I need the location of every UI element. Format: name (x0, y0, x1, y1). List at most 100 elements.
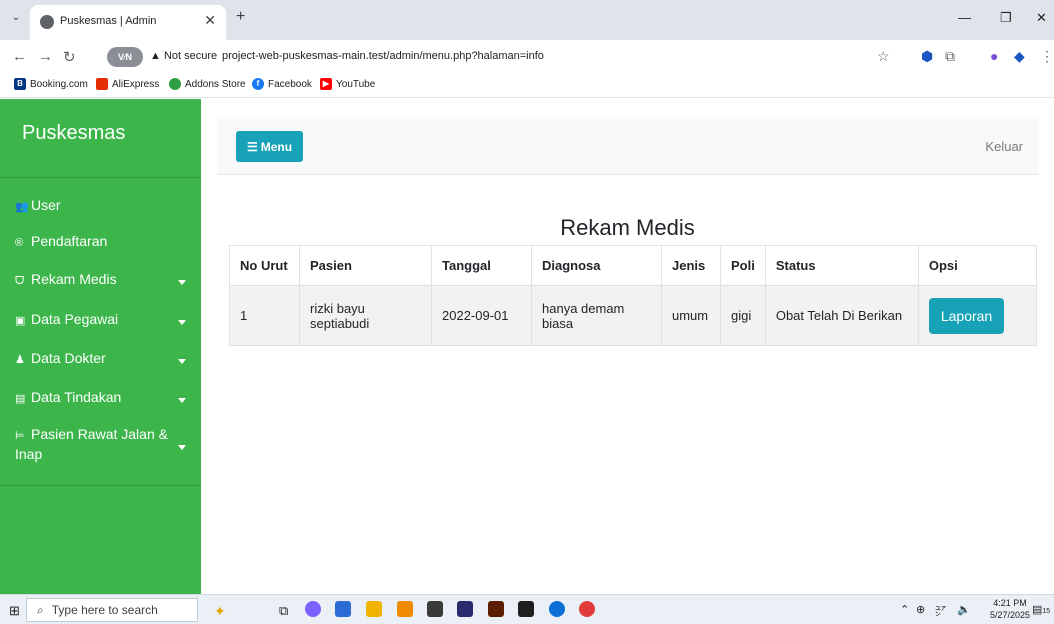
sidebar-item-rekam-medis[interactable]: ᗜ Rekam Medis (15, 271, 117, 288)
bookmark-youtube[interactable]: ▶ YouTube (320, 78, 375, 90)
table-row: 1 rizki bayu septiabudi 2022-09-01 hanya… (229, 285, 1038, 346)
sidebar-item-label: Pendaftaran (31, 233, 108, 249)
extension-shield-icon[interactable]: ⬢ (921, 48, 933, 65)
sidebar-item-pendaftaran[interactable]: ® Pendaftaran (15, 233, 107, 249)
cell-tanggal: 2022-09-01 (431, 285, 532, 346)
profile-icon[interactable]: ● (990, 48, 998, 64)
users-icon: 👥 (15, 201, 29, 213)
new-tab-icon[interactable]: + (236, 8, 245, 26)
hamburger-icon: ☰ (246, 139, 258, 154)
bookmark-label: Booking.com (30, 78, 88, 90)
reload-icon[interactable]: ↻ (63, 48, 76, 66)
bookmark-booking[interactable]: B Booking.com (14, 78, 88, 90)
bookmark-label: AliExpress (112, 78, 160, 90)
aliexpress-icon (96, 78, 108, 90)
window-close-icon[interactable]: ✕ (1036, 10, 1047, 26)
chevron-down-icon[interactable] (178, 398, 186, 403)
sidebar: Puskesmas 👥 User ® Pendaftaran ᗜ Rekam Medi… (0, 99, 201, 594)
cell-diagnosa: hanya demam biasa (531, 285, 662, 346)
bed-icon: ⊨ (15, 430, 25, 442)
column-header: Diagnosa (531, 245, 662, 286)
column-header: Opsi (917, 245, 1038, 286)
column-header: Pasien (299, 245, 432, 286)
browser-toolbar: ← → ↻ V⁄N ▲ Not secure project-web-puske… (0, 40, 1054, 74)
ime-icon[interactable]: ㍐ (935, 603, 946, 619)
sidebar-item-label: Rekam Medis (31, 271, 117, 287)
notification-icon[interactable]: ▤15 (1032, 603, 1050, 616)
sidebar-item-label: Data Tindakan (31, 389, 122, 405)
column-header: Jenis (661, 245, 721, 286)
globe-icon[interactable]: ⊕ (916, 603, 925, 616)
copilot-sparkle-icon[interactable]: ✦ (214, 603, 226, 620)
app-icon[interactable] (397, 601, 413, 617)
illustrator-icon[interactable] (488, 601, 504, 617)
browser-tab[interactable]: Puskesmas | Admin ✕ (30, 5, 226, 40)
sidebar-item-label: User (31, 197, 61, 213)
facebook-icon: f (252, 78, 264, 90)
column-header: No Urut (229, 245, 300, 286)
page-title: Rekam Medis (560, 215, 695, 240)
forward-icon[interactable]: → (38, 48, 53, 65)
taskbar-search-input[interactable]: ⌕ Type here to search (26, 598, 198, 622)
shield-icon[interactable]: ◆ (1014, 48, 1025, 65)
search-icon: ⌕ (37, 602, 44, 617)
chrome-icon[interactable] (579, 601, 595, 617)
windows-start-icon[interactable]: ⊞ (9, 603, 20, 619)
sidebar-item-user[interactable]: 👥 User (15, 197, 61, 213)
chevron-down-icon[interactable] (178, 280, 186, 285)
chevron-down-icon[interactable] (178, 445, 186, 450)
edge-icon[interactable] (549, 601, 565, 617)
addons-icon (169, 78, 181, 90)
brand-title[interactable]: Puskesmas (22, 122, 125, 145)
doctor-icon: ♟ (15, 354, 25, 366)
bookmark-aliexpress[interactable]: AliExpress (96, 78, 159, 90)
address-bar-url[interactable]: project-web-puskesmas-main.test/admin/me… (222, 50, 544, 62)
figma-icon[interactable] (518, 601, 534, 617)
bookmark-facebook[interactable]: f Facebook (252, 78, 312, 90)
sidebar-item-label: Data Dokter (31, 350, 106, 366)
vpn-badge[interactable]: V⁄N (107, 47, 143, 67)
chevron-up-icon[interactable]: ⌃ (900, 603, 909, 616)
cell-status: Obat Telah Di Berikan (764, 285, 919, 346)
sidebar-item-pasien-rawat[interactable]: ⊨ Pasien Rawat Jalan & Inap (15, 425, 175, 463)
file-explorer-icon[interactable] (366, 601, 382, 617)
bookmark-label: YouTube (336, 78, 376, 90)
task-view-icon[interactable]: ⧉ (279, 603, 288, 619)
sidebar-item-data-tindakan[interactable]: ▤ Data Tindakan (15, 389, 121, 405)
after-effects-icon[interactable] (457, 601, 473, 617)
bookmark-star-icon[interactable]: ☆ (877, 48, 890, 65)
bookmark-addons[interactable]: Addons Store (169, 78, 246, 90)
windows-taskbar: ⊞ ⌕ Type here to search ✦ ⧉ ⌃ ⊕ ㍐ 🔈 4:21… (0, 594, 1054, 624)
cell-pasien: rizki bayu septiabudi (299, 285, 432, 346)
extensions-puzzle-icon[interactable]: ⧉ (945, 48, 955, 65)
menu-button[interactable]: ☰ Menu (236, 131, 303, 162)
logout-link[interactable]: Keluar (985, 139, 1023, 154)
restore-icon[interactable]: ❐ (1000, 10, 1012, 26)
sidebar-item-data-dokter[interactable]: ♟ Data Dokter (15, 350, 106, 366)
cell-opsi: Laporan (917, 285, 1038, 346)
medical-records-table: No Urut Pasien Tanggal Diagnosa Jenis Po… (229, 245, 1038, 346)
sidebar-item-label: Pasien Rawat Jalan & (31, 426, 168, 442)
game-app-icon[interactable] (427, 601, 443, 617)
tab-search-icon[interactable]: ⌄ (8, 10, 24, 26)
tab-close-icon[interactable]: ✕ (204, 12, 216, 29)
taskbar-clock[interactable]: 4:21 PM 5/27/2025 (990, 597, 1030, 621)
minimize-icon[interactable]: — (958, 10, 971, 25)
back-icon[interactable]: ← (12, 48, 27, 65)
sidebar-item-label-line2: Inap (15, 446, 43, 462)
store-app-icon[interactable] (335, 601, 351, 617)
kebab-menu-icon[interactable]: ⋮ (1040, 48, 1054, 65)
table-header-row: No Urut Pasien Tanggal Diagnosa Jenis Po… (229, 245, 1038, 286)
stethoscope-icon: ᗜ (15, 275, 25, 287)
sidebar-divider (0, 485, 201, 486)
copilot-app-icon[interactable] (305, 601, 321, 617)
chevron-down-icon[interactable] (178, 359, 186, 364)
laporan-button[interactable]: Laporan (928, 297, 1005, 334)
not-secure-indicator[interactable]: ▲ Not secure (150, 50, 217, 62)
chevron-down-icon[interactable] (178, 320, 186, 325)
volume-icon[interactable]: 🔈 (957, 603, 971, 616)
column-header: Poli (720, 245, 766, 286)
sidebar-item-data-pegawai[interactable]: ▣ Data Pegawai (15, 311, 118, 327)
id-card-icon: ▣ (15, 315, 26, 327)
notification-count: 15 (1042, 608, 1051, 615)
